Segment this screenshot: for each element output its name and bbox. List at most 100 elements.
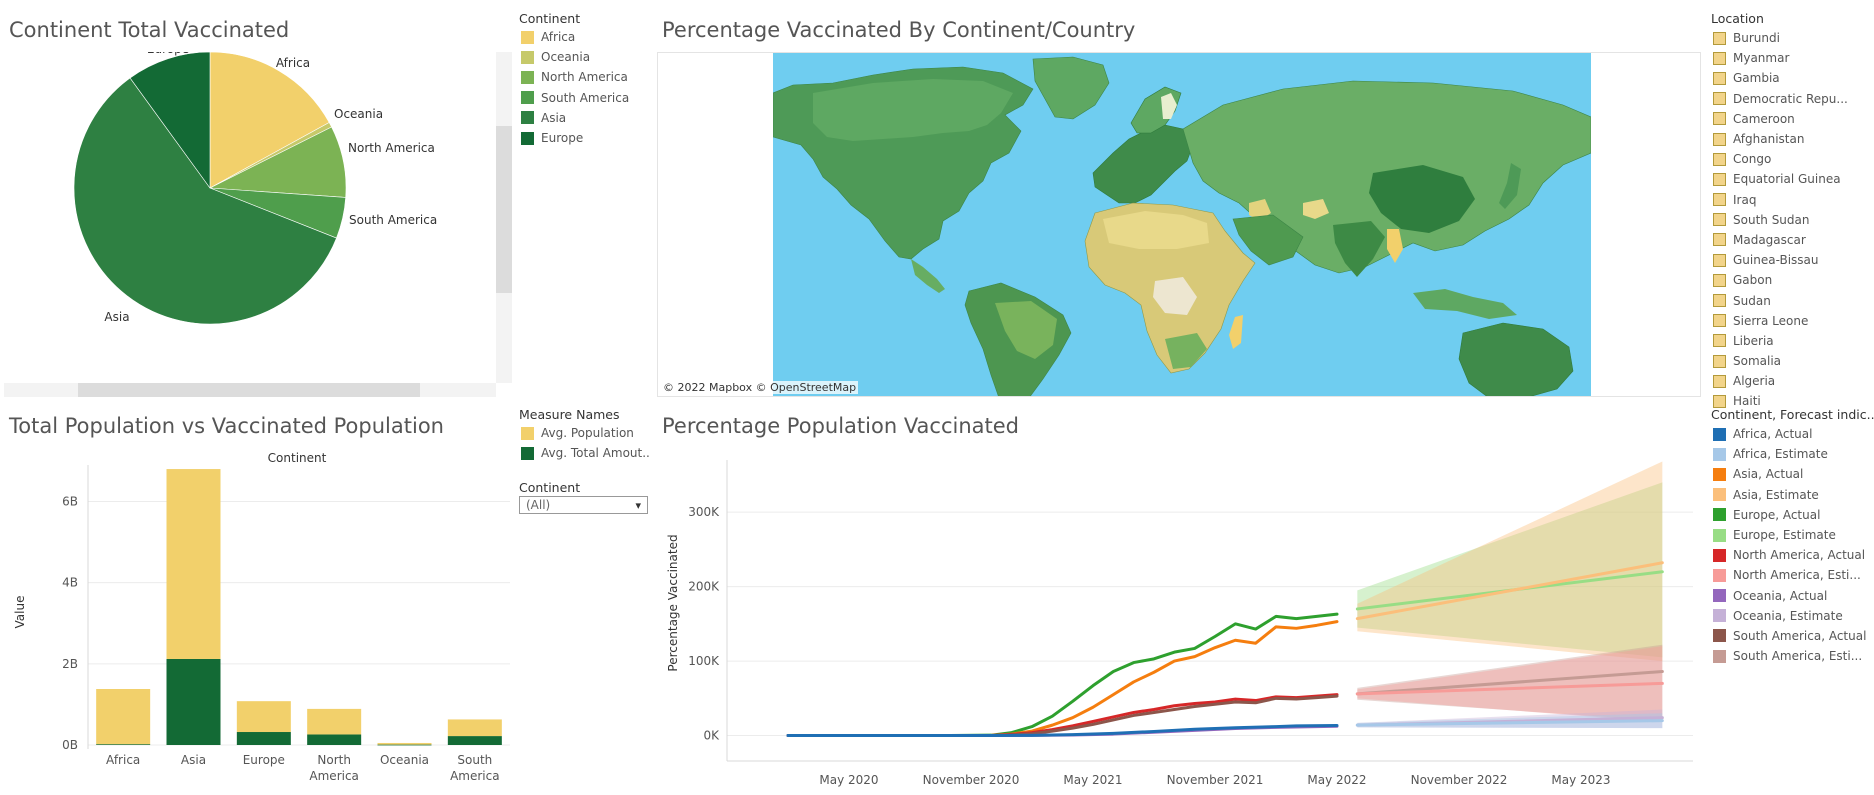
location-legend-label: Algeria [1733, 374, 1776, 389]
forecast-legend-item-africa-actual[interactable]: Africa, Actual [1713, 424, 1873, 444]
measure-legend-item-avg-population[interactable]: Avg. Population [521, 423, 651, 443]
bar-oceania-avg-population[interactable] [377, 742, 432, 745]
location-legend-label: Somalia [1733, 354, 1782, 369]
forecast-legend-item-africa-estimate[interactable]: Africa, Estimate [1713, 444, 1873, 464]
line-y-tick-label: 0K [703, 729, 720, 743]
location-legend-item-guinea-bissau[interactable]: Guinea-Bissau [1713, 250, 1861, 270]
pie-vertical-scrollbar[interactable] [496, 52, 512, 383]
location-legend-swatch [1713, 253, 1726, 267]
forecast-legend-item-asia-estimate[interactable]: Asia, Estimate [1713, 485, 1873, 505]
location-legend-item-democratic-repu[interactable]: Democratic Repu... [1713, 89, 1861, 109]
bar-chart: Continent Value 0B 2B 4B 6B Africa Asia Europe No… [13, 451, 510, 783]
location-legend-item-cameroon[interactable]: Cameroon [1713, 109, 1861, 129]
continent-legend-title: Continent [519, 11, 581, 26]
forecast-legend-label: Africa, Actual [1733, 427, 1813, 442]
bar-africa-avg-population[interactable] [96, 689, 151, 745]
line-series-asia-actual[interactable] [786, 620, 1339, 738]
location-legend-item-myanmar[interactable]: Myanmar [1713, 48, 1861, 68]
line-x-tick-label: November 2020 [923, 773, 1020, 787]
world-map[interactable] [773, 53, 1591, 397]
location-legend-item-sudan[interactable]: Sudan [1713, 290, 1861, 310]
bar-oceania-avg-total-amout[interactable] [377, 744, 432, 746]
location-legend-swatch [1713, 233, 1726, 247]
pie-vertical-scroll-thumb[interactable] [496, 126, 512, 293]
line-y-tick-label: 200K [688, 580, 720, 594]
bar-x-tick-label: Oceania [380, 753, 429, 767]
location-legend[interactable]: Burundi Myanmar Gambia Democratic Repu... Ca… [1713, 28, 1861, 408]
location-legend-label: Liberia [1733, 333, 1774, 348]
location-legend-item-equatorial-guinea[interactable]: Equatorial Guinea [1713, 169, 1861, 189]
location-legend-swatch [1713, 132, 1726, 146]
bar-europe-avg-total-amout[interactable] [236, 732, 291, 745]
line-series-europe-actual[interactable] [786, 612, 1339, 738]
forecast-legend-item-oceania-actual[interactable]: Oceania, Actual [1713, 586, 1873, 606]
continent-legend-swatch [521, 30, 534, 44]
forecast-legend-swatch [1713, 589, 1726, 603]
measure-legend-label: Avg. Population [541, 426, 634, 441]
forecast-legend-item-south-america-esti[interactable]: South America, Esti... [1713, 646, 1873, 666]
continent-legend-item-europe[interactable]: Europe [521, 128, 651, 148]
location-legend-swatch [1713, 112, 1726, 126]
measure-legend-label: Avg. Total Amout... [541, 446, 651, 461]
bar-north-america-avg-population[interactable] [307, 708, 362, 735]
forecast-legend-item-europe-actual[interactable]: Europe, Actual [1713, 505, 1873, 525]
location-legend-item-algeria[interactable]: Algeria [1713, 371, 1861, 391]
map-attribution: © 2022 Mapbox © OpenStreetMap [661, 381, 859, 394]
forecast-legend-item-europe-estimate[interactable]: Europe, Estimate [1713, 525, 1873, 545]
location-legend-item-madagascar[interactable]: Madagascar [1713, 230, 1861, 250]
bar-africa-avg-total-amout[interactable] [96, 744, 151, 745]
location-legend-item-congo[interactable]: Congo [1713, 149, 1861, 169]
bar-south-america-avg-total-amout[interactable] [447, 736, 502, 745]
bar-y-tick-label: 0B [62, 738, 78, 752]
bar-y-tick-label: 6B [62, 495, 78, 509]
bar-y-tick-label: 2B [62, 657, 78, 671]
bar-asia-avg-total-amout[interactable] [166, 658, 221, 745]
bar-y-axis-title: Value [13, 596, 27, 629]
bar-x-tick-label: South [457, 753, 492, 767]
location-legend-item-gambia[interactable]: Gambia [1713, 68, 1861, 88]
location-legend-title: Location [1711, 11, 1764, 26]
location-legend-item-burundi[interactable]: Burundi [1713, 28, 1861, 48]
bar-europe-avg-population[interactable] [236, 701, 291, 733]
bar-north-america-avg-total-amout[interactable] [307, 734, 362, 745]
location-legend-item-sierra-leone[interactable]: Sierra Leone [1713, 311, 1861, 331]
bar-asia-avg-population[interactable] [166, 469, 221, 659]
forecast-legend-item-asia-actual[interactable]: Asia, Actual [1713, 464, 1873, 484]
pie-label-oceania: Oceania [334, 107, 383, 121]
measure-legend-swatch [521, 446, 534, 460]
forecast-legend-swatch [1713, 609, 1726, 623]
location-legend-item-gabon[interactable]: Gabon [1713, 270, 1861, 290]
forecast-legend-item-north-america-esti[interactable]: North America, Esti... [1713, 565, 1873, 585]
bar-x-tick-label: America [309, 769, 359, 783]
location-legend-item-south-sudan[interactable]: South Sudan [1713, 210, 1861, 230]
continent-filter-dropdown[interactable]: (All) ▾ [519, 496, 648, 514]
pie-horizontal-scrollbar[interactable] [4, 383, 496, 397]
location-legend-item-somalia[interactable]: Somalia [1713, 351, 1861, 371]
location-legend-swatch [1713, 273, 1726, 287]
location-legend-item-liberia[interactable]: Liberia [1713, 331, 1861, 351]
location-legend-swatch [1713, 71, 1726, 85]
forecast-legend-item-north-america-actual[interactable]: North America, Actual [1713, 545, 1873, 565]
continent-legend-item-africa[interactable]: Africa [521, 27, 651, 47]
continent-legend-item-north-america[interactable]: North America [521, 67, 651, 87]
continent-legend: Africa Oceania North America South America A… [521, 27, 651, 148]
location-legend-label: Gabon [1733, 273, 1773, 288]
continent-legend-label: Asia [541, 110, 567, 125]
continent-legend-item-oceania[interactable]: Oceania [521, 47, 651, 67]
forecast-legend-swatch [1713, 528, 1726, 542]
bar-south-america-avg-population[interactable] [447, 719, 502, 737]
forecast-legend-item-oceania-estimate[interactable]: Oceania, Estimate [1713, 606, 1873, 626]
continent-legend-label: Africa [541, 30, 576, 45]
line-series-south-america-actual[interactable] [786, 694, 1339, 738]
forecast-legend-item-south-america-actual[interactable]: South America, Actual [1713, 626, 1873, 646]
measure-legend-item-avg-total-amout[interactable]: Avg. Total Amout... [521, 443, 651, 463]
location-legend-swatch [1713, 334, 1726, 348]
location-legend-item-iraq[interactable]: Iraq [1713, 190, 1861, 210]
continent-legend-item-south-america[interactable]: South America [521, 88, 651, 108]
pie-label-africa: Africa [276, 56, 310, 70]
location-legend-item-afghanistan[interactable]: Afghanistan [1713, 129, 1861, 149]
bar-x-tick-label: Asia [181, 753, 206, 767]
continent-legend-label: South America [541, 90, 630, 105]
continent-legend-item-asia[interactable]: Asia [521, 108, 651, 128]
pie-horizontal-scroll-thumb[interactable] [78, 383, 420, 397]
